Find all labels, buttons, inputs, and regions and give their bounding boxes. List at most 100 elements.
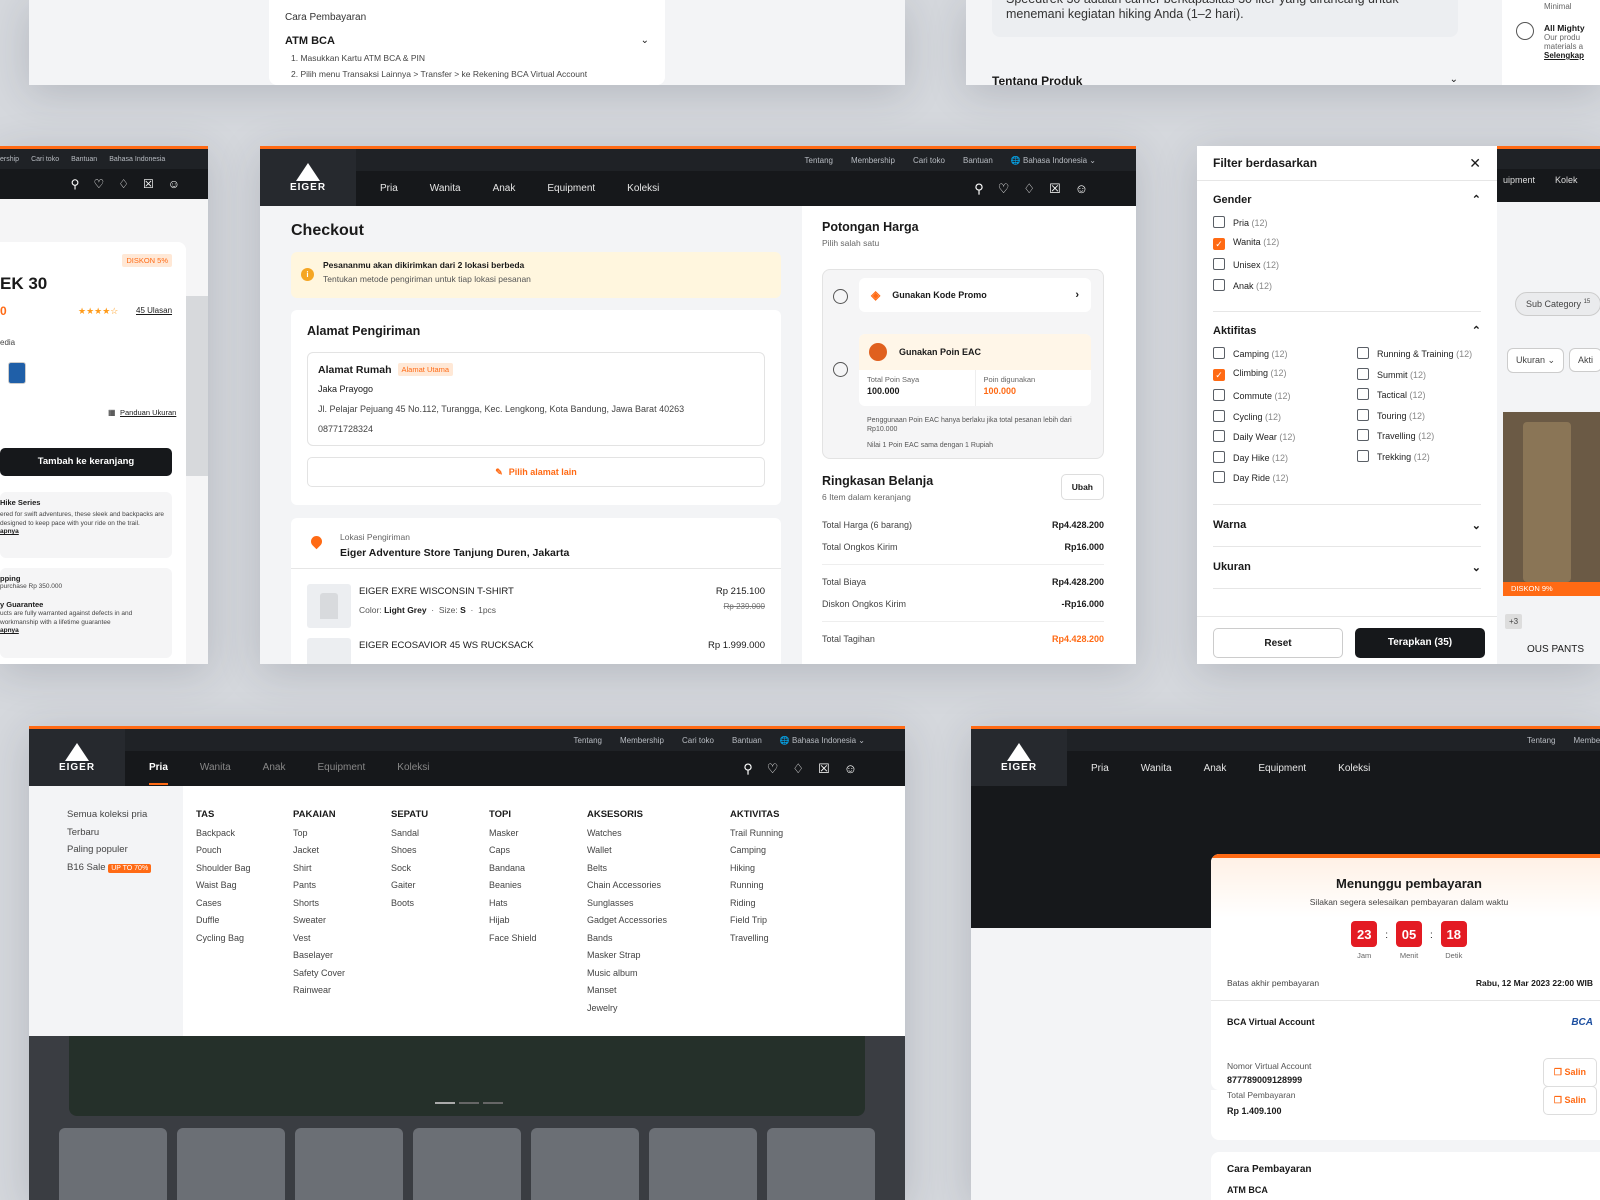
megamenu-link[interactable]: Rainwear — [293, 982, 345, 1000]
newest-link[interactable]: Terbaru — [67, 824, 183, 842]
megamenu-link[interactable]: Face Shield — [489, 930, 537, 948]
megamenu-link[interactable]: Wallet — [587, 842, 667, 860]
nav-link-help[interactable]: Bantuan — [732, 736, 762, 745]
bell-icon[interactable]: ♢ — [1023, 181, 1035, 197]
megamenu-link[interactable]: Boots — [391, 895, 428, 913]
heart-icon[interactable]: ♡ — [93, 177, 104, 191]
nav-link-about[interactable]: Tentang — [805, 156, 833, 165]
megamenu-link[interactable]: Top — [293, 825, 345, 843]
product-tile[interactable] — [295, 1128, 403, 1200]
nav-link-stores[interactable]: Cari toko — [31, 156, 59, 163]
megamenu-link[interactable]: Shorts — [293, 895, 345, 913]
nav-koleksi[interactable]: Koleksi — [397, 752, 429, 785]
megamenu-link[interactable]: Sock — [391, 860, 428, 878]
nav-link-about[interactable]: Tentang — [1527, 736, 1555, 745]
megamenu-link[interactable]: Trail Running — [730, 825, 783, 843]
nav-koleksi[interactable]: Koleksi — [1338, 753, 1370, 784]
megamenu-link[interactable]: Shoulder Bag — [196, 860, 251, 878]
filter-option[interactable]: Camping (12) — [1213, 347, 1357, 359]
nav-pria[interactable]: Pria — [149, 752, 168, 785]
cart-icon[interactable]: ☒ — [1049, 181, 1061, 197]
checkbox-icon[interactable] — [1213, 258, 1225, 270]
product-tile[interactable] — [413, 1128, 521, 1200]
promo-code-option[interactable]: ◈ Gunakan Kode Promo › — [859, 278, 1091, 312]
megamenu-link[interactable]: Sunglasses — [587, 895, 667, 913]
nav-link-help[interactable]: Bantuan — [71, 156, 97, 163]
product-tile[interactable] — [767, 1128, 875, 1200]
reviews-link[interactable]: 45 Ulasan — [136, 306, 172, 315]
megamenu-link[interactable]: Duffle — [196, 912, 251, 930]
megamenu-link[interactable]: Watches — [587, 825, 667, 843]
choose-other-address-button[interactable]: ✎ Pilih alamat lain — [307, 457, 765, 487]
product-tile[interactable] — [59, 1128, 167, 1200]
activity-accordion[interactable]: Aktifitas ⌃ — [1213, 324, 1481, 338]
megamenu-link[interactable]: Pouch — [196, 842, 251, 860]
filter-option[interactable]: Cycling (12) — [1213, 409, 1357, 422]
nav-pria[interactable]: Pria — [1091, 753, 1109, 784]
megamenu-link[interactable]: Safety Cover — [293, 965, 345, 983]
series-link[interactable]: apnya — [0, 528, 172, 535]
read-more-link[interactable]: Selengkap — [1544, 51, 1600, 60]
size-accordion[interactable]: Ukuran ⌄ — [1197, 547, 1497, 588]
megamenu-link[interactable]: Beanies — [489, 877, 537, 895]
megamenu-link[interactable]: Shoes — [391, 842, 428, 860]
nav-link-language[interactable]: Bahasa Indonesia — [109, 156, 165, 163]
checkbox-icon[interactable] — [1213, 430, 1225, 442]
megamenu-link[interactable]: Manset — [587, 982, 667, 1000]
activity-dropdown[interactable]: Akti — [1569, 348, 1600, 372]
copy-va-button[interactable]: ❐ Salin — [1542, 1058, 1597, 1087]
heart-icon[interactable]: ♡ — [998, 181, 1010, 197]
megamenu-link[interactable]: Sandal — [391, 825, 428, 843]
checkbox-icon[interactable] — [1213, 347, 1225, 359]
checkbox-icon[interactable] — [1357, 388, 1369, 400]
filter-option[interactable]: Daily Wear (12) — [1213, 430, 1357, 442]
nav-equipment[interactable]: Equipment — [1258, 753, 1306, 784]
megamenu-link[interactable]: Sweater — [293, 912, 345, 930]
megamenu-link[interactable]: Vest — [293, 930, 345, 948]
close-icon[interactable]: ✕ — [1469, 155, 1481, 172]
megamenu-link[interactable]: Waist Bag — [196, 877, 251, 895]
sub-category-pill[interactable]: Sub Category 15 — [1515, 292, 1600, 316]
nav-anak[interactable]: Anak — [493, 173, 516, 204]
checkbox-icon[interactable] — [1357, 408, 1369, 421]
guarantee-link[interactable]: apnya — [0, 627, 172, 634]
megamenu-link[interactable]: Hijab — [489, 912, 537, 930]
product-thumb[interactable] — [1503, 412, 1600, 590]
megamenu-link[interactable]: Hats — [489, 895, 537, 913]
megamenu-link[interactable]: Gaiter — [391, 877, 428, 895]
filter-option[interactable]: ✓ Climbing (12) — [1213, 368, 1357, 381]
megamenu-link[interactable]: Field Trip — [730, 912, 783, 930]
checkbox-icon[interactable] — [1357, 449, 1369, 462]
filter-option[interactable]: Running & Training (12) — [1357, 347, 1472, 359]
checkbox-icon[interactable] — [1213, 409, 1225, 422]
megamenu-link[interactable]: Travelling — [730, 930, 783, 948]
nav-link-stores[interactable]: Cari toko — [682, 736, 714, 745]
checkbox-icon[interactable] — [1357, 367, 1369, 380]
carousel-dot[interactable] — [483, 1102, 503, 1104]
gender-accordion[interactable]: Gender ⌃ — [1213, 193, 1481, 207]
nav-link-membership[interactable]: Membership — [851, 156, 895, 165]
search-icon[interactable]: ⚲ — [71, 177, 80, 191]
nav-link-membership[interactable]: ership — [0, 156, 19, 163]
megamenu-link[interactable]: Riding — [730, 895, 783, 913]
megamenu-link[interactable]: Caps — [489, 842, 537, 860]
filter-option[interactable]: Anak (12) — [1213, 278, 1481, 291]
filter-option[interactable]: Unisex (12) — [1213, 258, 1481, 270]
account-icon[interactable]: ☺ — [844, 761, 857, 777]
all-men-link[interactable]: Semua koleksi pria — [67, 806, 183, 824]
megamenu-link[interactable]: Bandana — [489, 860, 537, 878]
color-accordion[interactable]: Warna ⌄ — [1197, 505, 1497, 546]
nav-equipment[interactable]: uipment — [1503, 175, 1535, 185]
nav-anak[interactable]: Anak — [1204, 753, 1227, 784]
nav-equipment[interactable]: Equipment — [547, 173, 595, 204]
megamenu-link[interactable]: Camping — [730, 842, 783, 860]
sale-link[interactable]: B16 Sale UP TO 70% — [67, 859, 183, 878]
product-tile[interactable] — [531, 1128, 639, 1200]
checkbox-icon[interactable] — [1213, 389, 1225, 401]
add-to-cart-button[interactable]: Tambah ke keranjang — [0, 448, 172, 476]
size-guide-link[interactable]: Panduan Ukuran — [120, 408, 176, 417]
megamenu-link[interactable]: Shirt — [293, 860, 345, 878]
nav-link-language[interactable]: 🌐 Bahasa Indonesia ⌄ — [780, 736, 865, 745]
nav-anak[interactable]: Anak — [263, 752, 286, 785]
eiger-logo[interactable]: EIGER — [971, 729, 1067, 786]
